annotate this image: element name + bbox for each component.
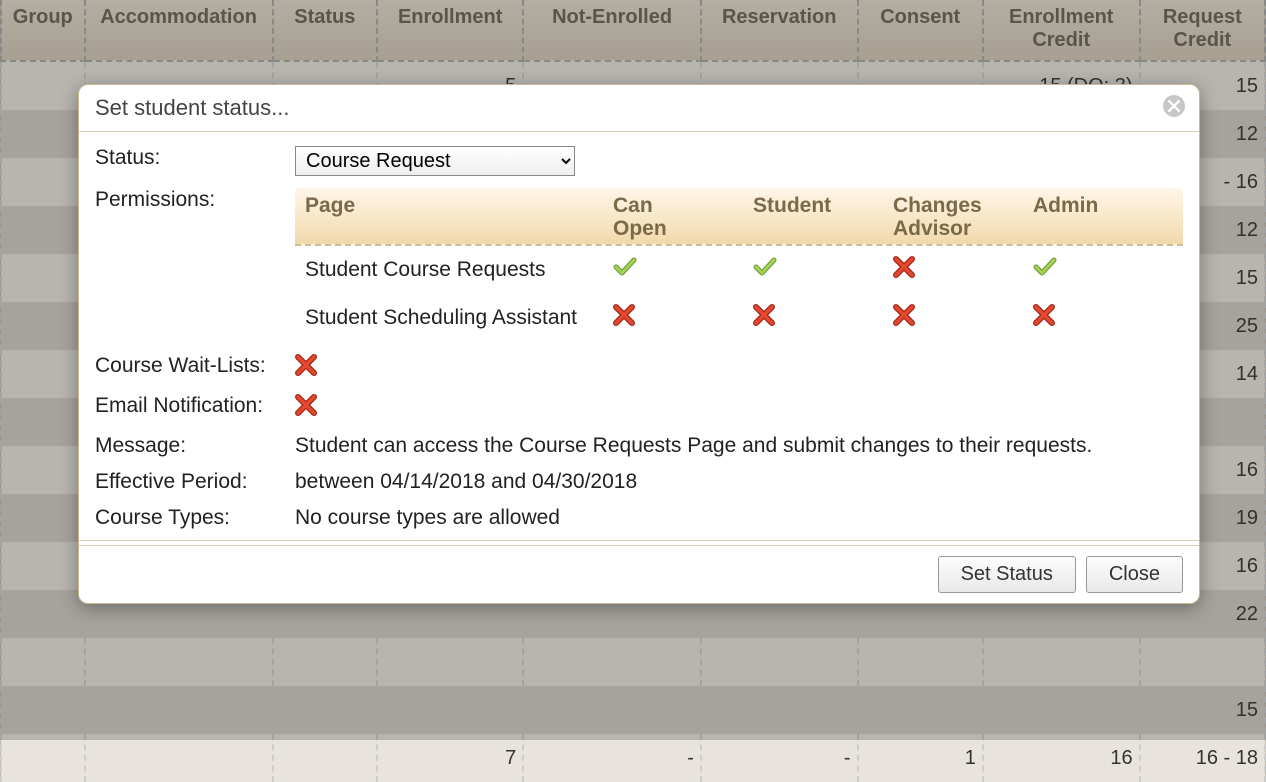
permissions-table: Page Can Open Student Changes Advisor Ad… [295,188,1183,342]
perm-page-name: Student Scheduling Assistant [305,306,613,330]
check-icon [1033,257,1057,283]
permissions-label: Permissions: [95,188,295,212]
message-label: Message: [95,434,295,458]
dialog-title-bar: Set student status... [79,85,1199,132]
types-text: No course types are allowed [295,506,1183,530]
message-text: Student can access the Course Requests P… [295,434,1183,458]
period-text: between 04/14/2018 and 04/30/2018 [295,470,1183,494]
close-button[interactable]: Close [1086,556,1183,593]
perm-row: Student Course Requests [295,246,1183,294]
table-row: 7--11616 - 18 [1,734,1265,782]
perm-col-advisor: Changes Advisor [893,194,1033,240]
dialog-title-text: Set student status... [95,95,289,120]
set-student-status-dialog: Set student status... Status: Course Req… [78,84,1200,604]
email-label: Email Notification: [95,394,295,418]
cross-icon [295,394,317,422]
types-label: Course Types: [95,506,295,530]
dialog-footer: Set Status Close [79,545,1199,603]
cross-icon [1033,304,1055,332]
cross-icon [893,304,915,332]
perm-col-admin: Admin [1033,194,1173,240]
status-select[interactable]: Course Request [295,146,575,176]
cross-icon [753,304,775,332]
period-label: Effective Period: [95,470,295,494]
perm-col-student: Student [753,194,893,240]
perm-page-name: Student Course Requests [305,258,613,282]
cross-icon [295,354,317,382]
status-label: Status: [95,146,295,170]
dialog-body: Status: Course Request Permissions: Page… [79,132,1199,545]
waitlists-label: Course Wait-Lists: [95,354,295,378]
check-icon [613,257,637,283]
perm-row: Student Scheduling Assistant [295,294,1183,342]
cross-icon [893,256,915,284]
close-icon[interactable] [1163,95,1185,117]
perm-col-open: Can Open [613,194,753,240]
set-status-button[interactable]: Set Status [938,556,1076,593]
cross-icon [613,304,635,332]
check-icon [753,257,777,283]
perm-col-page: Page [305,194,613,240]
